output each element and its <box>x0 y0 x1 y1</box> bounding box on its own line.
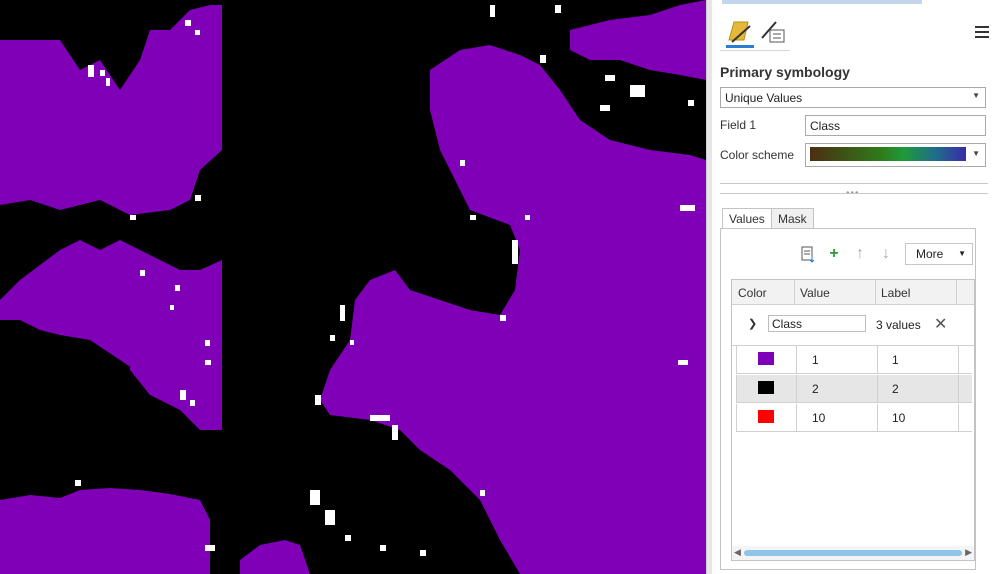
color-ramp-preview <box>810 147 966 161</box>
map-view[interactable] <box>0 0 706 574</box>
color-swatch[interactable] <box>758 352 774 365</box>
values-grid: Color Value Label ❯ Class 3 values ✕ 1 1 <box>731 279 975 561</box>
row-value: 2 <box>812 382 819 396</box>
class-1-region <box>0 488 210 574</box>
color-scheme-label: Color scheme <box>720 148 795 162</box>
row-value: 1 <box>812 353 819 367</box>
horizontal-scrollbar[interactable]: ◀ ▶ <box>732 546 974 560</box>
values-tab-panel: + ↑ ↓ More ▼ Color Value Label ❯ Class 3… <box>720 228 976 570</box>
more-label: More <box>916 247 944 261</box>
color-scheme-dropdown[interactable]: ▼ <box>805 143 986 167</box>
tab-mask[interactable]: Mask <box>771 208 814 229</box>
grid-header: Color Value Label <box>732 280 974 305</box>
renderer-dropdown[interactable]: Unique Values ▼ <box>720 87 986 108</box>
raster-layer <box>0 0 706 574</box>
color-swatch[interactable] <box>758 381 774 394</box>
header-color[interactable]: Color <box>738 286 767 300</box>
row-value: 10 <box>812 411 826 425</box>
section-divider <box>720 193 988 194</box>
table-row[interactable]: 2 2 <box>736 375 972 403</box>
remove-group-icon[interactable]: ✕ <box>934 314 947 334</box>
move-up-icon[interactable]: ↑ <box>851 245 869 263</box>
pane-title-strip <box>722 0 922 4</box>
group-row: ❯ Class 3 values ✕ <box>732 305 974 346</box>
header-value[interactable]: Value <box>800 286 830 300</box>
add-value-icon[interactable]: + <box>825 245 843 263</box>
field-label: Field 1 <box>720 118 757 132</box>
column-separator <box>794 280 795 304</box>
tab-values[interactable]: Values <box>722 208 772 229</box>
chevron-down-icon: ▼ <box>972 91 980 100</box>
more-button[interactable]: More ▼ <box>905 243 973 265</box>
row-label[interactable]: 1 <box>892 353 899 367</box>
group-field-input[interactable]: Class <box>768 315 866 332</box>
symbology-brush-icon[interactable] <box>726 16 754 48</box>
scroll-left-icon[interactable]: ◀ <box>734 547 741 558</box>
color-swatch[interactable] <box>758 410 774 423</box>
column-separator <box>875 280 876 304</box>
vary-symbology-icon[interactable] <box>758 16 786 46</box>
table-row[interactable]: 1 1 <box>736 346 972 374</box>
tool-separator <box>720 50 790 51</box>
column-separator <box>956 280 957 304</box>
field-input[interactable]: Class <box>805 115 986 136</box>
section-divider <box>720 183 988 184</box>
chevron-down-icon: ▼ <box>958 249 966 258</box>
field-value: Class <box>810 119 841 133</box>
scroll-right-icon[interactable]: ▶ <box>965 547 972 558</box>
hamburger-menu-icon[interactable] <box>975 26 989 41</box>
move-down-icon[interactable]: ↓ <box>877 245 895 263</box>
renderer-value: Unique Values <box>725 91 803 105</box>
table-row[interactable]: 10 10 <box>736 404 972 432</box>
primary-symbology-heading: Primary symbology <box>720 64 850 80</box>
group-value-count: 3 values <box>876 318 921 332</box>
collapse-chevron-icon[interactable]: ❯ <box>748 317 757 330</box>
chevron-down-icon: ▼ <box>972 149 980 158</box>
add-all-values-icon[interactable] <box>799 245 817 263</box>
scrollbar-thumb[interactable] <box>744 550 962 556</box>
header-label[interactable]: Label <box>881 286 910 300</box>
row-label[interactable]: 2 <box>892 382 899 396</box>
row-label[interactable]: 10 <box>892 411 905 425</box>
symbology-pane: Primary symbology Unique Values ▼ Field … <box>712 0 999 574</box>
